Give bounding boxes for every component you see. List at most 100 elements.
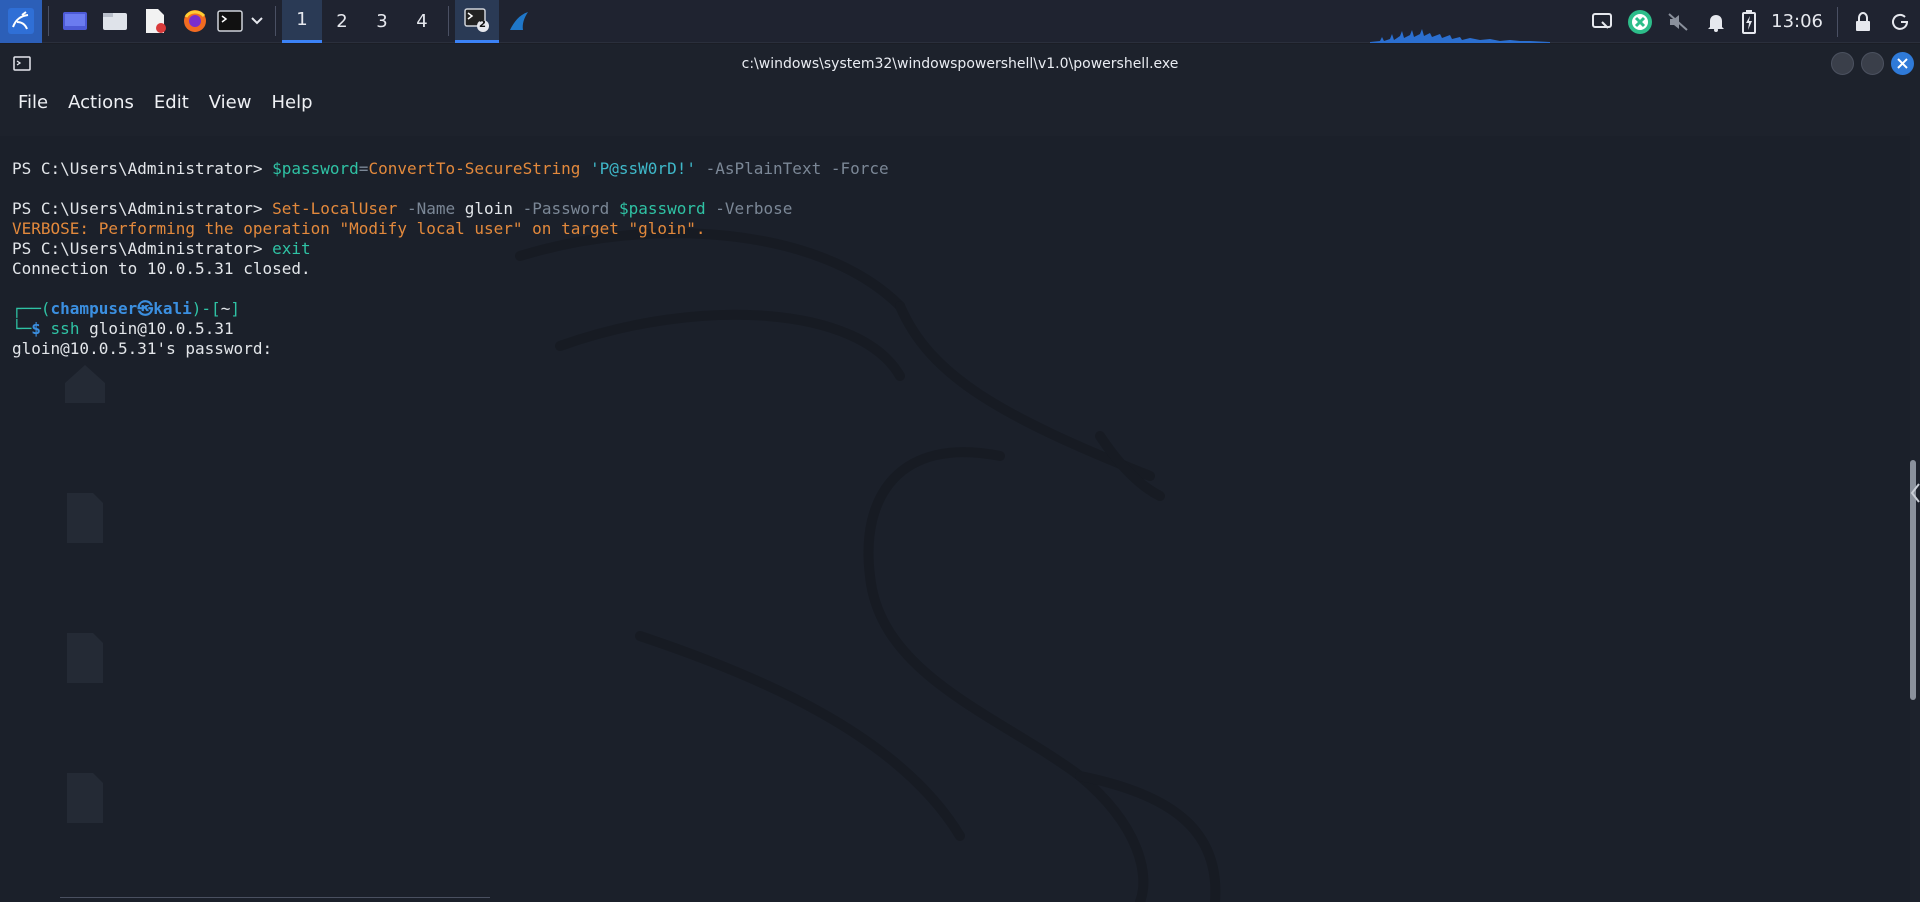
system-tray: 13:06 <box>1583 0 1920 43</box>
ps-prompt: PS C:\Users\Administrator> <box>12 239 273 258</box>
home-folder-icon <box>30 361 140 409</box>
firefox-icon <box>184 10 206 32</box>
password-prompt: gloin@10.0.5.31's password: <box>12 339 273 358</box>
files-icon <box>103 13 127 30</box>
cmd-string: 'P@ssW0rD!' <box>590 159 696 178</box>
terminal-area[interactable]: PS C:\Users\Administrator> $password=Con… <box>0 136 1910 902</box>
maximize-button[interactable] <box>1861 52 1884 75</box>
kali-prompt-at: ㉿ <box>137 299 154 318</box>
window-title: c:\windows\system32\windowspowershell\v1… <box>741 56 1179 72</box>
firefox-button[interactable] <box>175 0 215 43</box>
power-button[interactable] <box>1882 0 1920 43</box>
connection-closed-message: Connection to 10.0.5.31 closed. <box>12 259 311 278</box>
kali-prompt-host: kali <box>153 299 192 318</box>
ps-prompt: PS C:\Users\Administrator> <box>12 159 273 178</box>
cmd-variable: $password <box>618 199 706 218</box>
window-controls <box>1831 52 1914 75</box>
kali-menu-icon <box>8 8 34 34</box>
kali-prompt-dollar: $ <box>31 319 41 338</box>
clock[interactable]: 13:06 <box>1763 11 1831 32</box>
text-editor-icon <box>146 9 166 33</box>
shark-icon <box>510 12 528 30</box>
menu-actions[interactable]: Actions <box>58 92 144 113</box>
workspace-2[interactable]: 2 <box>322 0 362 43</box>
display-icon <box>1592 12 1613 29</box>
file-icon <box>30 771 140 829</box>
desktop-icon <box>63 12 87 30</box>
panel-separator <box>48 6 49 36</box>
workspace-4[interactable]: 4 <box>402 0 442 43</box>
terminal-dropdown-button[interactable] <box>245 0 269 43</box>
terminal-button[interactable] <box>215 0 245 43</box>
verbose-output: VERBOSE: Performing the operation "Modif… <box>12 219 706 238</box>
file-icon <box>30 491 140 549</box>
notifications-button[interactable] <box>1697 0 1735 43</box>
task-count-badge: 2 <box>479 18 486 30</box>
kali-prompt-corner: └─ <box>12 319 32 338</box>
file-icon <box>30 631 140 689</box>
ssh-command: ssh <box>50 319 80 338</box>
cmd-name: Set-LocalUser <box>272 199 398 218</box>
task-terminal-windows[interactable]: 2 <box>455 0 499 43</box>
terminal-output: PS C:\Users\Administrator> $password=Con… <box>12 139 889 359</box>
display-button[interactable] <box>1583 0 1621 43</box>
close-icon <box>1897 58 1908 69</box>
window-titlebar[interactable]: c:\windows\system32\windowspowershell\v1… <box>0 44 1920 84</box>
panel-separator <box>275 6 276 36</box>
workspace-1[interactable]: 1 <box>282 0 322 43</box>
bell-icon <box>1708 14 1725 32</box>
volume-button[interactable] <box>1659 0 1697 43</box>
mute-icon <box>1668 12 1688 31</box>
kali-prompt-bracket: )-[ <box>191 299 221 318</box>
menu-view[interactable]: View <box>199 92 262 113</box>
chevron-down-icon <box>251 17 263 25</box>
chevron-left-icon[interactable] <box>1910 482 1920 504</box>
close-button[interactable] <box>1891 52 1914 75</box>
panel-separator <box>1837 6 1838 37</box>
kali-prompt-user: champuser <box>50 299 138 318</box>
cmd-param: -Password <box>522 199 610 218</box>
menu-edit[interactable]: Edit <box>144 92 199 113</box>
cmd-name: exit <box>272 239 311 258</box>
text-editor-button[interactable] <box>135 0 175 43</box>
terminal-icon <box>464 7 489 32</box>
kali-prompt-bracket: ] <box>230 299 240 318</box>
ssh-target: gloin@10.0.5.31 <box>89 319 234 338</box>
network-monitor-graph <box>1370 29 1550 43</box>
terminal-icon <box>13 56 31 71</box>
panel-separator <box>448 6 449 36</box>
cmd-name: ConvertTo-SecureString <box>368 159 581 178</box>
terminal-window: c:\windows\system32\windowspowershell\v1… <box>0 44 1920 902</box>
top-panel: 1 2 3 4 2 13:06 <box>0 0 1920 43</box>
lock-icon <box>1856 11 1870 31</box>
kali-prompt-corner: ┌──( <box>12 299 51 318</box>
ps-prompt: PS C:\Users\Administrator> <box>12 199 273 218</box>
cmd-param: -Verbose <box>715 199 793 218</box>
cmd-variable: $password <box>272 159 359 178</box>
terminal-icon <box>217 10 243 32</box>
kali-menu-button[interactable] <box>0 0 42 43</box>
battery-icon <box>1742 9 1757 34</box>
update-icon <box>1628 9 1653 34</box>
task-wireshark[interactable] <box>499 0 539 43</box>
battery-button[interactable] <box>1735 0 1763 43</box>
power-icon <box>1892 13 1908 30</box>
lock-screen-button[interactable] <box>1844 0 1882 43</box>
window-bottom-edge <box>60 897 490 898</box>
show-desktop-button[interactable] <box>55 0 95 43</box>
menu-bar: File Actions Edit View Help <box>0 84 1920 120</box>
cmd-value: gloin <box>464 199 513 218</box>
workspace-3[interactable]: 3 <box>362 0 402 43</box>
update-button[interactable] <box>1621 0 1659 43</box>
cmd-flags: -AsPlainText -Force <box>705 159 889 178</box>
minimize-button[interactable] <box>1831 52 1854 75</box>
cmd-operator: = <box>358 159 369 178</box>
kali-prompt-dir: ~ <box>220 299 231 318</box>
menu-help[interactable]: Help <box>261 92 322 113</box>
cmd-param: -Name <box>406 199 456 218</box>
menu-file[interactable]: File <box>8 92 58 113</box>
files-button[interactable] <box>95 0 135 43</box>
